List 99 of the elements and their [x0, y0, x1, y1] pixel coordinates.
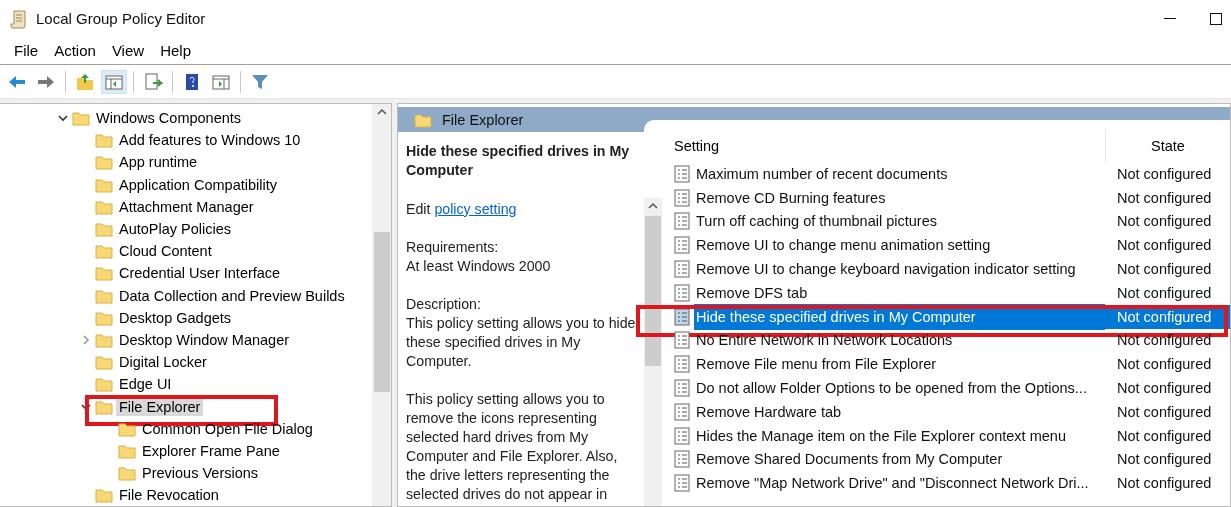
policy-setting-link[interactable]: policy setting: [434, 201, 517, 217]
folder-icon: [118, 420, 136, 437]
folder-icon: [95, 243, 113, 260]
policy-document-icon: [674, 379, 690, 398]
scrollbar[interactable]: [644, 198, 662, 506]
folder-icon: [118, 442, 136, 459]
folder-icon: [72, 110, 90, 127]
setting-name[interactable]: Turn off caching of thumbnail pictures: [694, 208, 1105, 235]
setting-name[interactable]: Remove CD Burning features: [694, 184, 1105, 211]
maximize-icon: [1210, 12, 1222, 25]
folder-icon: [95, 265, 113, 282]
tree-item[interactable]: Application Compatibility: [116, 175, 280, 194]
setting-name[interactable]: Hides the Manage item on the File Explorer context menu: [694, 422, 1105, 449]
tree-item[interactable]: Windows Components: [93, 109, 245, 128]
window-title: Local Group Policy Editor: [36, 10, 206, 27]
state-cell-text: Not configured: [1116, 283, 1213, 303]
folder-icon: [95, 154, 113, 171]
state-cell-text: Not configured: [1116, 188, 1213, 208]
policy-title: Hide these specified drives in My Computer: [406, 142, 631, 180]
tree-item[interactable]: Digital Locker: [116, 353, 210, 372]
policy-document-icon: [674, 283, 690, 302]
policy-document-icon: [674, 402, 690, 421]
pane-title: File Explorer: [442, 111, 524, 128]
tree-item[interactable]: AutoPlay Policies: [116, 220, 235, 239]
folder-icon: [95, 331, 113, 348]
setting-name[interactable]: Maximum number of recent documents: [694, 161, 1105, 187]
policy-document-icon: [674, 426, 690, 445]
folder-icon: [95, 176, 113, 193]
tree-item[interactable]: Cloud Content: [116, 242, 215, 261]
tree-item[interactable]: Desktop Gadgets: [116, 308, 235, 327]
folder-icon: [95, 354, 113, 371]
policy-document-icon: [674, 212, 690, 231]
scroll-document-icon: [10, 8, 28, 29]
folder-icon: [118, 465, 136, 482]
folder-icon: [95, 287, 113, 304]
policy-document-icon: [674, 164, 690, 183]
folder-icon: [95, 398, 113, 415]
setting-name[interactable]: No Entire Network in Network Locations: [694, 327, 1105, 354]
policy-document-icon: [674, 260, 690, 279]
tree-item[interactable]: Edge UI: [116, 375, 175, 394]
chevron-right-icon[interactable]: [80, 333, 92, 346]
setting-name[interactable]: Remove "Map Network Drive" and "Disconnect Network Dri...: [694, 470, 1105, 497]
description-text: This policy setting allows you to remove the icons representing selected hard drives from My Computer and File Explorer. Also, the drive letters representing the selected drives do not appear in: [406, 390, 619, 504]
tree-item[interactable]: Credential User Interface: [116, 264, 284, 283]
scrollbar[interactable]: [372, 104, 391, 506]
requirements-text: At least Windows 2000: [406, 257, 552, 276]
state-cell-text: Not configured: [1116, 212, 1213, 232]
menu-item[interactable]: View: [103, 38, 153, 63]
state-cell-text: Not configured: [1116, 355, 1213, 375]
tree-item[interactable]: Data Collection and Preview Builds: [116, 286, 348, 305]
state-cell-text: Not configured: [1116, 331, 1213, 351]
folder-icon: [95, 132, 113, 149]
folder-icon: [414, 111, 432, 128]
description-label: Description:: [406, 295, 482, 314]
state-cell-text: Not configured: [1116, 474, 1213, 494]
folder-icon: [95, 221, 113, 238]
tree-item[interactable]: File Revocation: [116, 486, 222, 505]
folder-icon: [95, 198, 113, 215]
setting-name[interactable]: Remove DFS tab: [694, 280, 1105, 306]
menu-item[interactable]: Action: [46, 38, 104, 63]
menu-item[interactable]: Help: [152, 38, 199, 63]
tree-item[interactable]: Explorer Frame Pane: [139, 441, 283, 460]
setting-name[interactable]: Remove Hardware tab: [694, 398, 1105, 425]
setting-name[interactable]: Do not allow Folder Options to be opened from the Options...: [694, 375, 1105, 401]
state-cell-text: Not configured: [1116, 426, 1213, 446]
tree-item[interactable]: Previous Versions: [139, 464, 262, 483]
column-header[interactable]: Setting: [662, 130, 1105, 162]
setting-name[interactable]: Remove UI to change keyboard navigation indicator setting: [694, 256, 1105, 282]
tree-item[interactable]: App runtime: [116, 153, 201, 172]
state-cell-text: Not configured: [1116, 164, 1213, 184]
policy-document-icon: [674, 236, 690, 255]
policy-document-icon: [674, 331, 690, 350]
requirements-label: Requirements:: [406, 238, 500, 257]
policy-document-icon: [674, 450, 690, 469]
console-tree-button[interactable]: [101, 69, 127, 94]
tree-item[interactable]: Desktop Window Manager: [116, 330, 293, 349]
folder-icon: [95, 309, 113, 326]
folder-up-icon: [75, 71, 95, 92]
policy-document-icon: [674, 188, 690, 207]
setting-name[interactable]: Remove File menu from File Explorer: [694, 351, 1105, 378]
folder-icon: [95, 487, 113, 504]
description-text: This policy setting allows you to hide these specified drives in My Computer.: [406, 314, 637, 371]
edit-label: Edit: [406, 201, 431, 217]
state-cell-text: Not configured: [1116, 236, 1213, 256]
folder-icon: [95, 376, 113, 393]
tree-item[interactable]: Attachment Manager: [116, 197, 257, 216]
setting-name[interactable]: Remove UI to change menu animation setting: [694, 232, 1105, 259]
menu-item[interactable]: File: [6, 38, 47, 63]
state-cell-text: Not configured: [1116, 379, 1213, 399]
column-header[interactable]: State: [1105, 130, 1230, 162]
minimize-icon: [1164, 17, 1176, 20]
policy-document-icon: [674, 474, 690, 493]
state-cell-text: Not configured: [1116, 450, 1213, 470]
state-cell-text: Not configured: [1116, 260, 1213, 280]
state-cell-text: Not configured: [1116, 402, 1213, 422]
tree-item[interactable]: Add features to Windows 10: [116, 131, 304, 150]
setting-name[interactable]: Remove Shared Documents from My Computer: [694, 446, 1105, 473]
policy-document-icon: [674, 355, 690, 374]
export-list-icon: [143, 71, 163, 92]
